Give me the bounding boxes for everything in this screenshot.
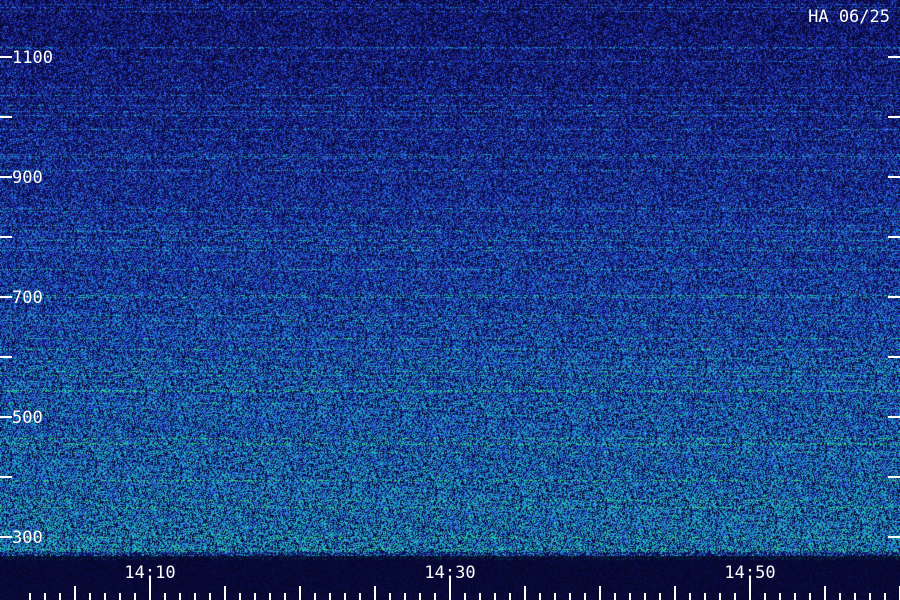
- spectrogram-panel: 1100 900 700 500 300 14:10 14:30 14:50 HA 06/2…: [0, 0, 900, 600]
- x-tick-label: 14:50: [724, 563, 775, 583]
- y-tick-label: 900: [12, 168, 43, 188]
- x-tick-label: 14:30: [424, 563, 475, 583]
- x-axis: 14:10 14:30 14:50: [29, 563, 900, 600]
- axes-overlay: 1100 900 700 500 300 14:10 14:30 14:50 HA 06/2…: [0, 7, 900, 600]
- y-tick-label: 700: [12, 288, 43, 308]
- y-tick-label: 300: [12, 528, 43, 548]
- y-tick-label: 500: [12, 408, 43, 428]
- y-tick-label: 1100: [12, 48, 53, 68]
- station-label: HA 06/25: [808, 7, 890, 27]
- y-axis: 1100 900 700 500 300: [0, 48, 900, 548]
- x-tick-label: 14:10: [124, 563, 175, 583]
